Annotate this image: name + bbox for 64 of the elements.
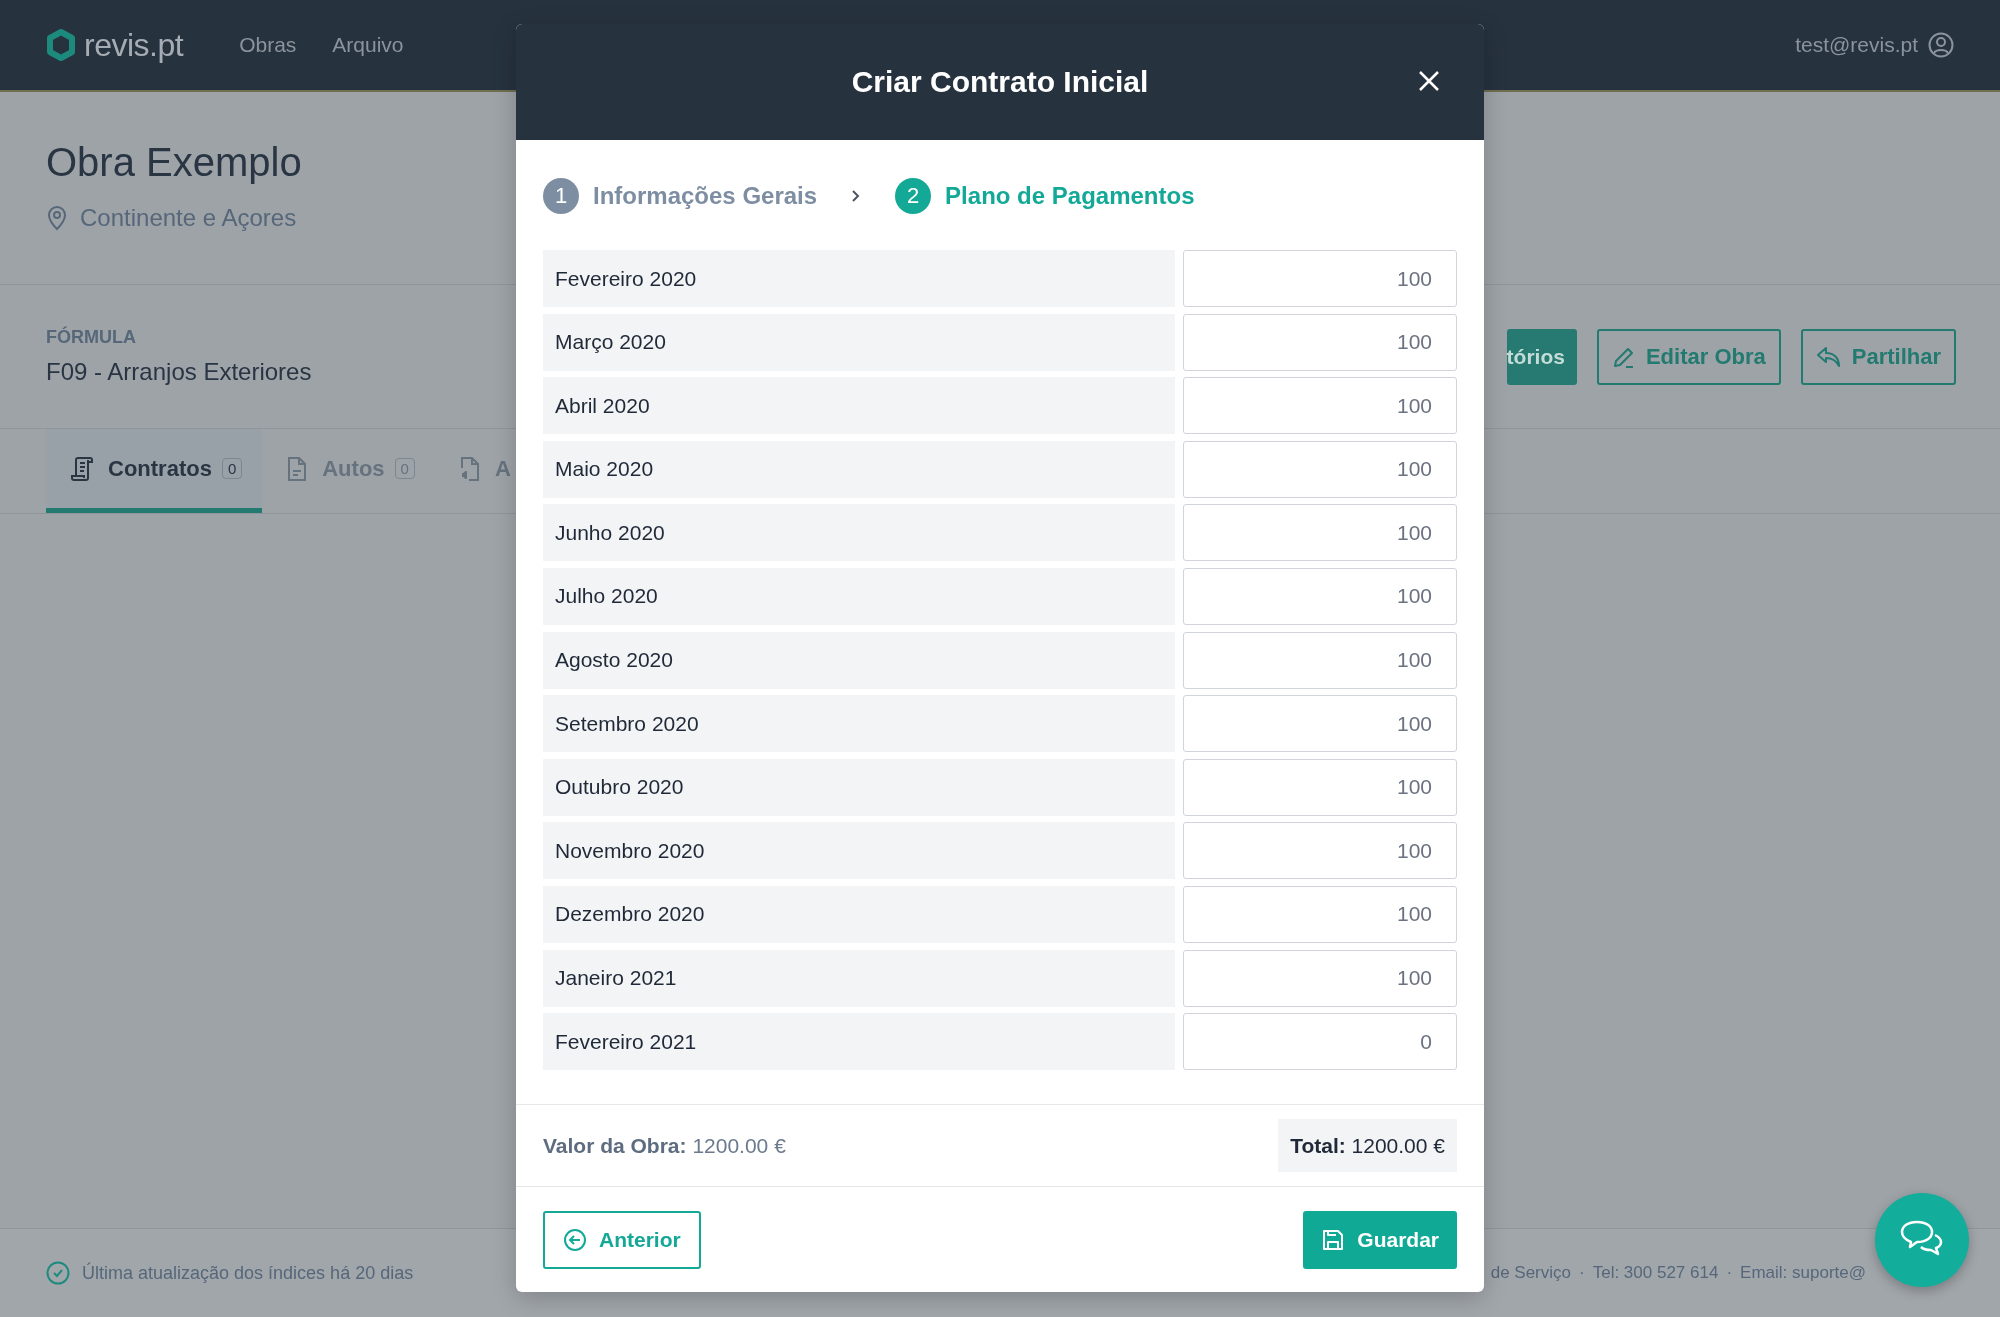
- save-button[interactable]: Guardar: [1303, 1210, 1457, 1269]
- save-icon: [1321, 1227, 1346, 1252]
- project-value-text: Valor da Obra: 1200.00 €: [543, 1133, 786, 1158]
- tab-label: Contratos: [108, 455, 212, 482]
- chat-button[interactable]: [1875, 1193, 1969, 1287]
- month-label: Maio 2020: [543, 440, 1175, 498]
- amount-field[interactable]: 100: [1183, 567, 1457, 625]
- user-avatar-icon[interactable]: [1928, 32, 1954, 58]
- location-pin-icon: [46, 205, 68, 231]
- document-icon: [286, 455, 309, 482]
- amount-field[interactable]: 100: [1183, 313, 1457, 371]
- close-button[interactable]: [1418, 70, 1440, 92]
- dialog-title: Criar Contrato Inicial: [851, 65, 1149, 99]
- dot-separator: ·: [1579, 1263, 1585, 1283]
- wizard-step[interactable]: 1 Informações Gerais: [543, 178, 818, 214]
- amount-field[interactable]: 100: [1183, 885, 1457, 943]
- tab-label: Autos: [322, 455, 385, 482]
- amount-field[interactable]: 100: [1183, 440, 1457, 498]
- amount-field[interactable]: 100: [1183, 250, 1457, 307]
- wizard-step[interactable]: 2 Plano de Pagamentos: [895, 178, 1195, 214]
- back-button[interactable]: Anterior: [543, 1210, 701, 1269]
- amount-field[interactable]: 100: [1183, 695, 1457, 753]
- reply-icon: [1815, 344, 1842, 369]
- footer-link[interactable]: Email: suporte@: [1740, 1263, 1866, 1283]
- tab-count: 0: [394, 458, 415, 479]
- amount-field[interactable]: 100: [1183, 758, 1457, 816]
- status-text: Última atualização dos índices há 20 dias: [82, 1262, 414, 1284]
- footer-link[interactable]: de Serviço: [1490, 1263, 1571, 1283]
- nav-link[interactable]: Obras: [239, 33, 297, 57]
- amount-field[interactable]: 0: [1183, 1013, 1457, 1071]
- month-label: Novembro 2020: [543, 822, 1175, 880]
- month-label: Outubro 2020: [543, 758, 1175, 816]
- month-label: Fevereiro 2020: [543, 250, 1175, 307]
- amount-field[interactable]: 100: [1183, 377, 1457, 435]
- month-label: Agosto 2020: [543, 631, 1175, 689]
- scroll-icon: [70, 455, 94, 482]
- month-label: Junho 2020: [543, 504, 1175, 562]
- amount-field[interactable]: 100: [1183, 949, 1457, 1007]
- month-label: Abril 2020: [543, 377, 1175, 435]
- user-email[interactable]: test@revis.pt: [1795, 33, 1918, 57]
- month-label: Março 2020: [543, 313, 1175, 371]
- formula-label: FÓRMULA: [46, 327, 137, 348]
- location-text: Continente e Açores: [80, 204, 297, 232]
- tab-label: A: [494, 455, 511, 482]
- month-label: Janeiro 2021: [543, 949, 1175, 1007]
- hexagon-logo-icon: [46, 29, 76, 61]
- dot-separator: ·: [1726, 1263, 1733, 1283]
- nav-link[interactable]: Arquivo: [332, 33, 404, 57]
- formula-value: F09 - Arranjos Exteriores: [46, 358, 312, 386]
- check-circle-icon: [46, 1261, 70, 1285]
- logo-text[interactable]: revis.pt: [84, 26, 184, 64]
- tab-count: 0: [221, 458, 243, 479]
- month-label: Setembro 2020: [543, 695, 1175, 753]
- amount-field[interactable]: 100: [1183, 631, 1457, 689]
- month-label: Dezembro 2020: [543, 885, 1175, 943]
- total-text: Total: 1200.00 €: [1278, 1119, 1457, 1172]
- chevron-right-icon: [851, 189, 862, 203]
- project-title: Obra Exemplo: [46, 139, 303, 186]
- month-label: Julho 2020: [543, 567, 1175, 625]
- amount-field[interactable]: 100: [1183, 822, 1457, 880]
- close-icon: [1418, 70, 1440, 92]
- tab[interactable]: Contratos 0: [46, 429, 263, 513]
- month-label: Fevereiro 2021: [543, 1013, 1175, 1071]
- amount-field[interactable]: 100: [1183, 504, 1457, 562]
